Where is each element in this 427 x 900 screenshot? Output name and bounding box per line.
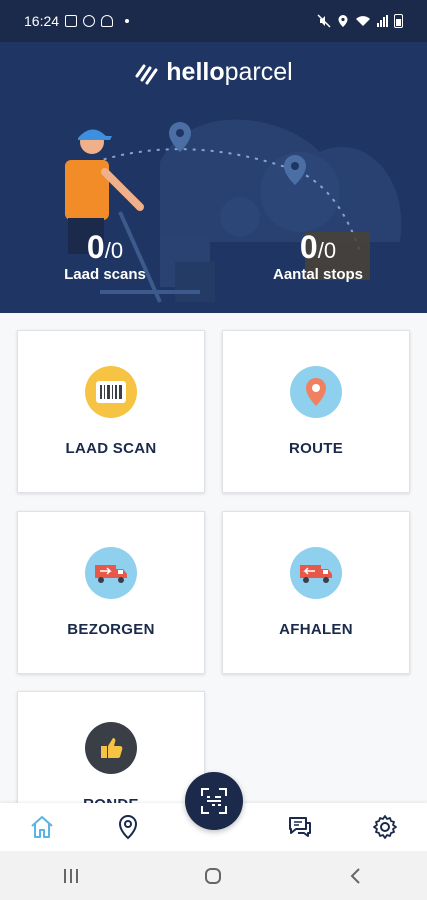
stops-label: Aantal stops [272,266,363,283]
pickup-tile[interactable]: AFHALEN [222,511,410,674]
location-status-icon [338,15,348,27]
stops-total: /0 [317,238,337,263]
load-scan-label: LAAD SCAN [65,440,157,457]
route-label: ROUTE [289,440,343,457]
signal-icon [377,15,388,27]
more-notifications-icon [125,19,130,23]
tab-messages[interactable] [286,813,314,841]
notification-icon [101,15,114,27]
app-logo: hello parcel [0,58,427,87]
home-icon [31,816,53,838]
pickup-truck-icon [290,547,342,599]
load-scans-count: 0/0 [40,230,170,264]
recents-button[interactable] [51,861,91,891]
logo-text-bold: hello [166,58,225,86]
app-notification-icon [83,15,96,27]
menu-grid: LAAD SCAN ROUTE BEZORGEN AFHALEN RONDE [0,313,427,854]
home-circle-icon [205,867,222,884]
scan-button[interactable] [185,772,243,830]
status-time: 16:24 [24,13,60,29]
status-bar: 16:24 [0,0,427,42]
stops-stat: 0/0 Aantal stops [248,230,388,283]
load-scan-tile[interactable]: LAAD SCAN [17,330,205,493]
chat-icon [289,817,311,837]
stops-count: 0/0 [248,230,388,264]
recents-icon [64,868,79,883]
tab-home[interactable] [28,813,56,841]
scan-icon [201,788,227,814]
status-right [317,14,403,28]
load-scans-label: Laad scans [64,266,146,283]
gallery-icon [65,15,78,27]
load-scans-stat: 0/0 Laad scans [40,230,170,283]
delivery-truck-icon [85,547,137,599]
battery-icon [394,14,403,28]
map-pin-icon [290,366,342,418]
hero-banner: hello parcel 0/0 Laad scans 0/0 Aantal st… [0,42,427,313]
tab-location[interactable] [114,813,142,841]
status-left: 16:24 [24,13,130,29]
wifi-icon [356,16,370,26]
stops-value: 0 [299,229,318,265]
system-nav-bar [0,851,427,900]
home-button[interactable] [193,861,233,891]
settings-icon [373,815,397,839]
pickup-label: AFHALEN [279,621,353,638]
back-button[interactable] [336,861,376,891]
thumbs-up-icon [85,722,137,774]
mute-icon [317,14,331,28]
load-scans-total: /0 [104,238,124,263]
load-scans-value: 0 [86,229,105,265]
logo-text-thin: parcel [224,58,293,86]
location-icon [118,814,138,840]
deliver-tile[interactable]: BEZORGEN [17,511,205,674]
deliver-label: BEZORGEN [67,621,155,638]
barcode-icon [85,366,137,418]
logo-mark-icon [135,64,158,84]
back-icon [350,867,360,884]
tab-settings[interactable] [371,813,399,841]
route-tile[interactable]: ROUTE [222,330,410,493]
